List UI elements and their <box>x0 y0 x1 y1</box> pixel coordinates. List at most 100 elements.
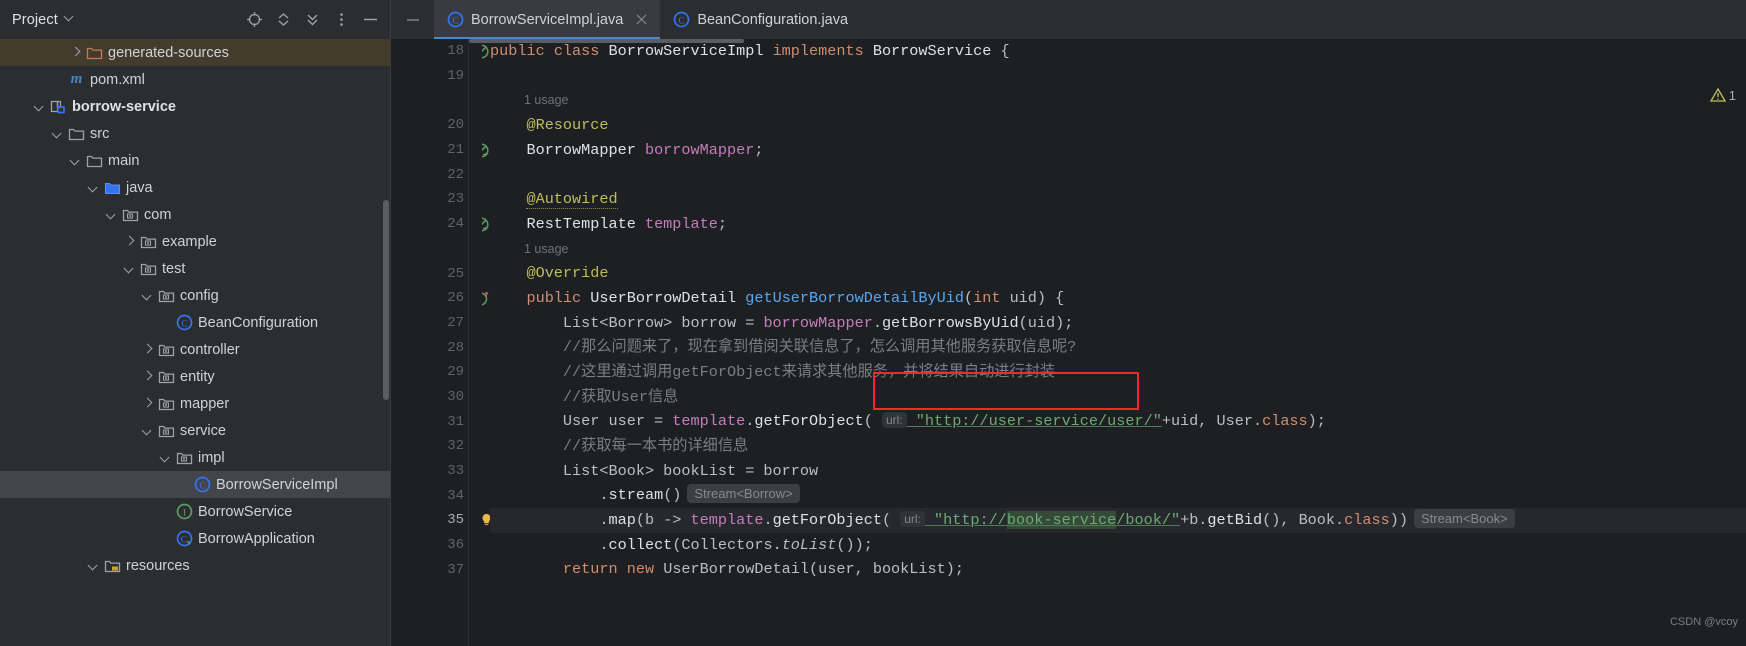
code-line-28[interactable]: //那么问题来了，现在拿到借阅关联信息了，怎么调用其他服务获取信息呢? <box>490 335 1746 360</box>
more-options-icon[interactable] <box>328 7 354 33</box>
parameter-hint: url: <box>900 511 925 528</box>
chevron-right-icon[interactable] <box>122 234 137 249</box>
tree-item-borrowservice[interactable]: I BorrowService <box>0 498 391 525</box>
code-token: (uid); <box>1018 313 1074 332</box>
chevron-right-icon[interactable] <box>140 342 155 357</box>
tree-item-impl[interactable]: impl <box>0 444 391 471</box>
editor-tabbar: C BorrowServiceImpl.java C BeanConfigurati… <box>391 0 1746 39</box>
tree-item-com[interactable]: com <box>0 201 391 228</box>
java-class-icon: C <box>673 11 690 28</box>
tree-item-pom-xml[interactable]: m pom.xml <box>0 66 391 93</box>
tree-item-example[interactable]: example <box>0 228 391 255</box>
expand-collapse-icon[interactable] <box>270 7 296 33</box>
code-content[interactable]: public class BorrowServiceImpl implement… <box>482 39 1746 646</box>
code-token: BorrowMapper <box>526 140 645 159</box>
tree-item-borrowserviceimpl[interactable]: C BorrowServiceImpl <box>0 471 391 498</box>
hide-panel-icon[interactable] <box>391 0 434 39</box>
chevron-down-icon[interactable] <box>122 261 137 276</box>
code-line-31[interactable]: User user = template.getForObject( url: … <box>490 409 1746 434</box>
tree-item-main[interactable]: main <box>0 147 391 174</box>
code-token: List<Borrow> borrow = <box>562 313 764 332</box>
tree-item-entity[interactable]: entity <box>0 363 391 390</box>
code-token: ( <box>881 511 901 530</box>
code-line-37[interactable]: return new UserBorrowDetail(user, bookLi… <box>490 557 1746 582</box>
locate-icon[interactable] <box>241 7 267 33</box>
collapse-all-icon[interactable] <box>299 7 325 33</box>
gutter-line-34: 34 <box>391 483 469 508</box>
chevron-down-icon[interactable] <box>86 180 101 195</box>
chevron-down-icon[interactable] <box>65 13 74 22</box>
editor-tab-borrowserviceimpl-java[interactable]: C BorrowServiceImpl.java <box>434 0 661 39</box>
type-hint: Stream<Book> <box>1413 509 1515 529</box>
gutter-line-20: 20 <box>391 113 469 138</box>
panel-title[interactable]: Project <box>12 12 58 28</box>
gutter-line-25: 25 <box>391 261 469 286</box>
tree-item-generated-sources[interactable]: generated-sources <box>0 39 391 66</box>
tree-item-label: borrow-service <box>72 98 176 115</box>
code-line-36[interactable]: .collect(Collectors.toList()); <box>490 533 1746 558</box>
chevron-down-icon[interactable] <box>32 99 47 114</box>
svg-text:C: C <box>199 481 205 491</box>
tree-item-label: BorrowService <box>198 503 293 520</box>
chevron-down-icon[interactable] <box>140 423 155 438</box>
code-line-27[interactable]: List<Borrow> borrow = borrowMapper.getBo… <box>490 311 1746 336</box>
editor-horizontal-scrollbar[interactable] <box>469 39 744 43</box>
chevron-right-icon[interactable] <box>140 369 155 384</box>
project-panel-scrollbar[interactable] <box>383 200 389 400</box>
code-line-19[interactable] <box>490 64 1746 89</box>
chevron-right-icon[interactable] <box>140 396 155 411</box>
tree-item-java[interactable]: java <box>0 174 391 201</box>
java-class-icon: C <box>194 476 211 493</box>
code-line-22[interactable] <box>490 162 1746 187</box>
editor-tab-beanconfiguration-java[interactable]: C BeanConfiguration.java <box>660 0 859 39</box>
tree-item-controller[interactable]: controller <box>0 336 391 363</box>
tree-item-config[interactable]: config <box>0 282 391 309</box>
chevron-down-icon[interactable] <box>104 207 119 222</box>
maven-m-icon: m <box>70 71 83 87</box>
chevron-down-icon[interactable] <box>50 126 65 141</box>
tree-item-label: java <box>126 179 153 196</box>
code-line-32[interactable]: //获取每一本书的详细信息 <box>490 434 1746 459</box>
close-icon[interactable] <box>634 12 649 27</box>
chevron-down-icon[interactable] <box>86 558 101 573</box>
code-line-21[interactable]: BorrowMapper borrowMapper; <box>490 138 1746 163</box>
hide-panel-icon[interactable] <box>357 7 383 33</box>
project-tree[interactable]: generated-sources m pom.xml borrow-service… <box>0 39 391 646</box>
code-line-34[interactable]: .stream() Stream<Borrow> <box>490 483 1746 508</box>
tree-item-resources[interactable]: resources <box>0 552 391 579</box>
code-line-35[interactable]: .map(b -> template.getForObject( url: "h… <box>490 508 1746 533</box>
tree-item-beanconfiguration[interactable]: C BeanConfiguration <box>0 309 391 336</box>
code-line-20[interactable]: @Resource <box>490 113 1746 138</box>
tree-item-src[interactable]: src <box>0 120 391 147</box>
code-line-25[interactable]: @Override <box>490 261 1746 286</box>
tree-item-borrowapplication[interactable]: C BorrowApplication <box>0 525 391 552</box>
code-token: borrowMapper <box>644 140 755 159</box>
usage-hint[interactable]: 1 usage <box>490 237 1746 262</box>
inspection-widget[interactable]: 1 <box>1709 87 1736 103</box>
tree-item-mapper[interactable]: mapper <box>0 390 391 417</box>
chevron-right-icon[interactable] <box>68 45 83 60</box>
chevron-down-icon[interactable] <box>140 288 155 303</box>
code-line-23[interactable]: @Autowired <box>490 187 1746 212</box>
code-editor[interactable]: 18 19 20 21 22 23 24 25 26 I 27 28 29 30 31 32 33 34… <box>391 39 1746 646</box>
editor-gutter[interactable]: 18 19 20 21 22 23 24 25 26 I 27 28 29 30 31 32 33 34… <box>391 39 491 646</box>
gutter-line-22: 22 <box>391 162 469 187</box>
tree-item-test[interactable]: test <box>0 255 391 282</box>
chevron-down-icon[interactable] <box>158 450 173 465</box>
code-line-33[interactable]: List<Book> bookList = borrow <box>490 459 1746 484</box>
usage-hint[interactable]: 1 usage <box>490 88 1746 113</box>
line-number: 27 <box>447 314 464 331</box>
package-icon <box>140 233 157 250</box>
code-token: template <box>644 214 718 233</box>
tree-item-service[interactable]: service <box>0 417 391 444</box>
parameter-hint: url: <box>881 412 907 429</box>
module-icon <box>50 100 65 114</box>
code-line-24[interactable]: RestTemplate template; <box>490 212 1746 237</box>
code-line-26[interactable]: public UserBorrowDetail getUserBorrowDet… <box>490 286 1746 311</box>
code-token: @Override <box>526 264 609 283</box>
tree-item-borrow-service[interactable]: borrow-service <box>0 93 391 120</box>
code-line-29[interactable]: //这里通过调用getForObject来请求其他服务，并将结果自动进行封装 <box>490 360 1746 385</box>
code-line-30[interactable]: //获取User信息 <box>490 385 1746 410</box>
chevron-down-icon[interactable] <box>68 153 83 168</box>
code-fold-strip[interactable] <box>469 39 482 646</box>
